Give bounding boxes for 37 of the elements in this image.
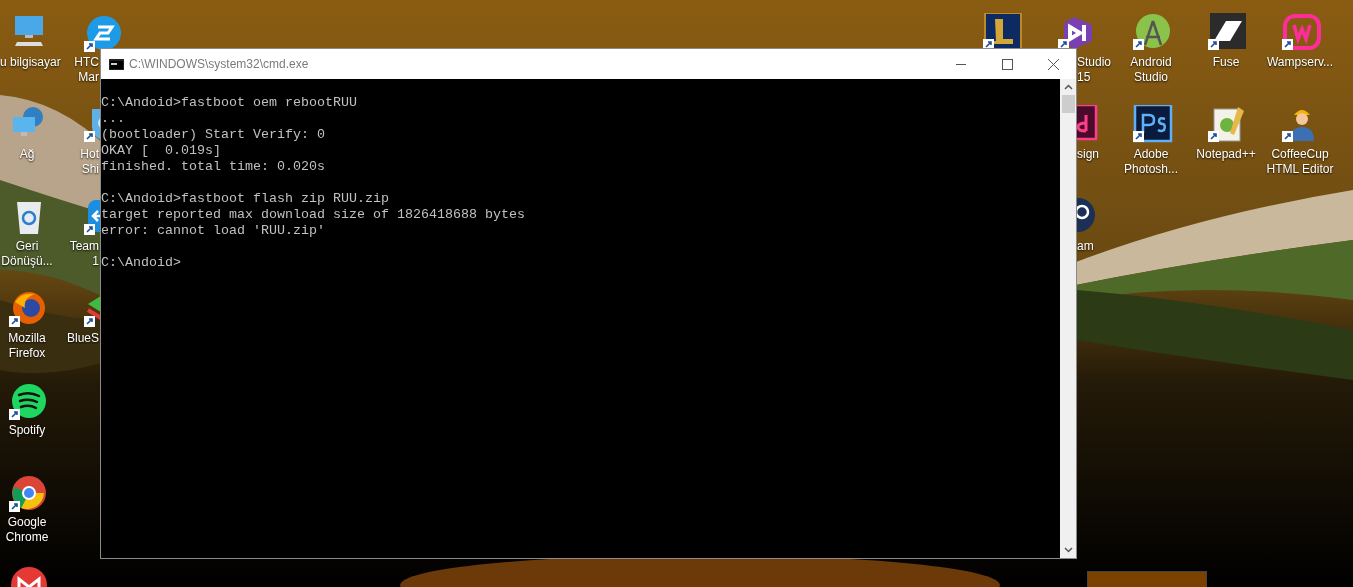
scroll-thumb[interactable] [1061, 95, 1075, 113]
console-line: C:\Andoid>fastboot oem rebootRUU [101, 95, 357, 111]
letter-icon[interactable] [983, 13, 1023, 51]
icon-label[interactable]: Mozilla Firefox [0, 331, 65, 361]
browser-icon[interactable] [9, 475, 49, 513]
icon-label[interactable]: Geri Dönüşü... [0, 239, 65, 269]
console-line: C:\Andoid> [101, 255, 181, 271]
scroll-down-icon[interactable] [1063, 547, 1073, 553]
close-icon [1047, 58, 1059, 70]
icon-label[interactable]: Fuse [1188, 55, 1264, 70]
icon-label[interactable]: Team 1 [66, 239, 99, 269]
console-line: target reported max download size of 1826418688 bytes [101, 207, 525, 223]
window-title: C:\WINDOWS\system32\cmd.exe [129, 56, 309, 73]
console-line: (bootloader) Start Verify: 0 [101, 127, 325, 143]
scrollbar[interactable] [1060, 79, 1076, 558]
icon-label[interactable]: Google Chrome [0, 515, 65, 545]
icon-label[interactable]: sign [1077, 147, 1107, 162]
console-line: error: cannot load 'RUU.zip' [101, 223, 325, 239]
console-line: ... [101, 111, 125, 127]
maximize-icon [1001, 58, 1013, 70]
icon-label[interactable]: Wampserv... [1262, 55, 1338, 70]
console-line: OKAY [ 0.019s] [101, 143, 221, 159]
console-icon [109, 58, 124, 70]
icon-label[interactable]: am [1077, 239, 1107, 254]
icon-label[interactable]: u bilgisayar [0, 55, 72, 70]
slash-icon[interactable] [1208, 13, 1248, 51]
icon-label[interactable]: BlueS [66, 331, 99, 346]
minimize-icon [956, 63, 966, 65]
music-icon[interactable] [9, 383, 49, 421]
icon-label[interactable]: Spotify [0, 423, 65, 438]
photo-editor-icon[interactable] [1133, 105, 1173, 143]
icon-label[interactable]: HTC Mar [74, 55, 99, 85]
console-line: finished. total time: 0.020s [101, 159, 325, 175]
icon-label[interactable]: Adobe Photosh... [1113, 147, 1189, 177]
scroll-up-icon[interactable] [1063, 84, 1073, 90]
console-line: C:\Andoid>fastboot flash zip RUU.zip [101, 191, 389, 207]
thumbnail-preview[interactable] [1087, 571, 1207, 587]
